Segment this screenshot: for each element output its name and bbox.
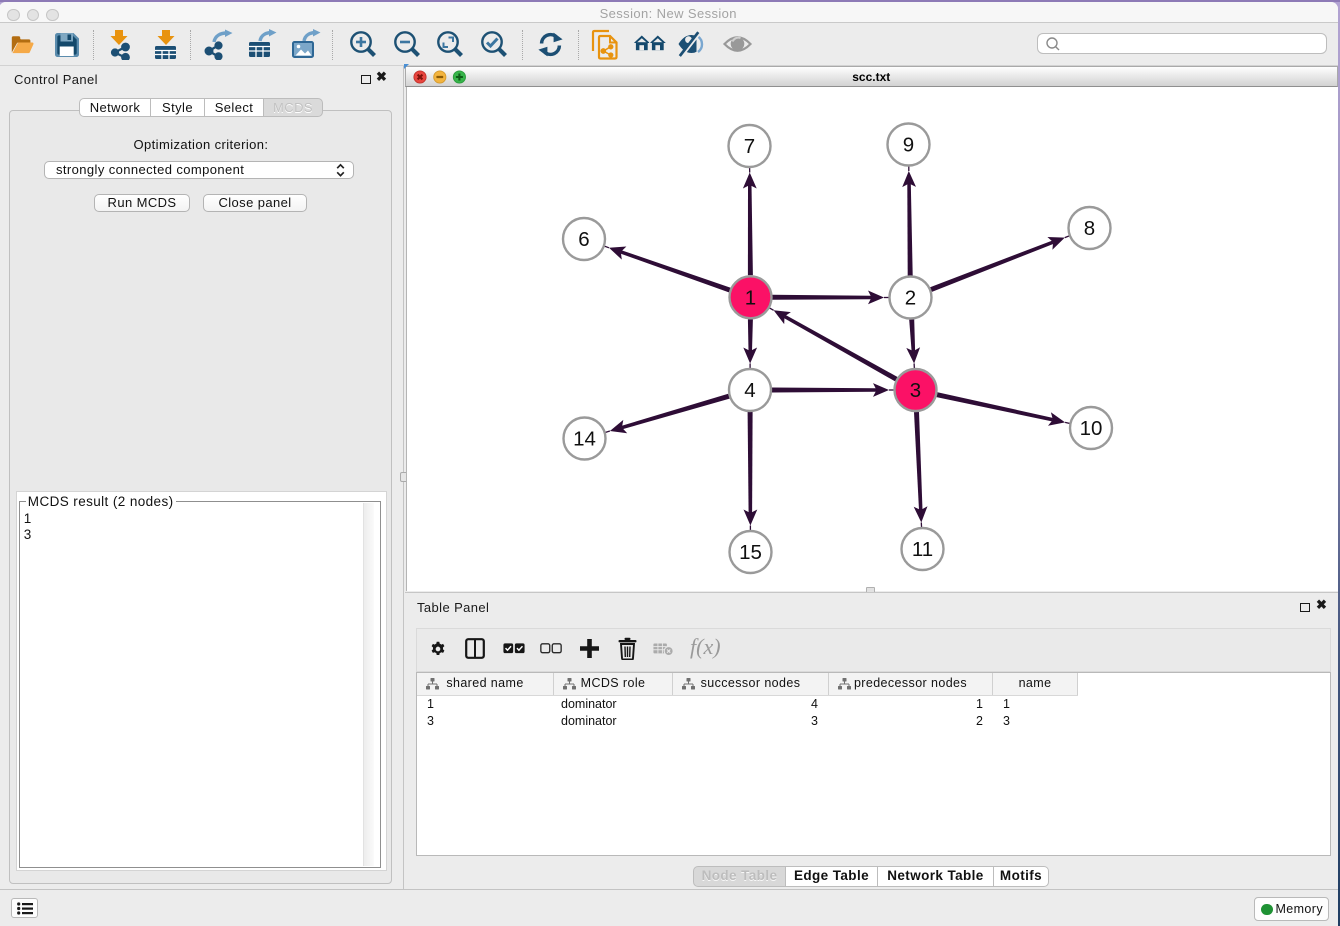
svg-text:2: 2	[905, 287, 916, 310]
svg-text:7: 7	[744, 135, 755, 158]
svg-text:1: 1	[745, 286, 756, 309]
svg-text:6: 6	[578, 228, 589, 251]
svg-text:4: 4	[744, 379, 755, 402]
svg-text:14: 14	[573, 428, 596, 451]
svg-text:8: 8	[1084, 217, 1095, 240]
svg-text:15: 15	[739, 541, 762, 564]
svg-text:10: 10	[1080, 417, 1103, 440]
svg-text:9: 9	[903, 134, 914, 157]
svg-text:3: 3	[910, 379, 921, 402]
svg-text:11: 11	[912, 538, 933, 561]
